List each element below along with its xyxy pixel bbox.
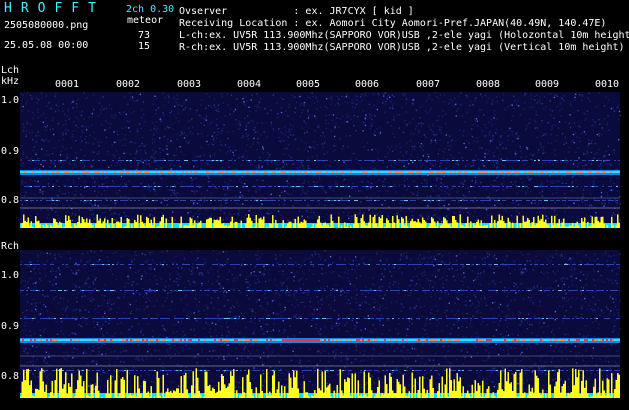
- rch-spectrogram: [20, 250, 622, 400]
- lch-spectrogram: [20, 92, 621, 229]
- spectrogram-display: [20, 92, 622, 400]
